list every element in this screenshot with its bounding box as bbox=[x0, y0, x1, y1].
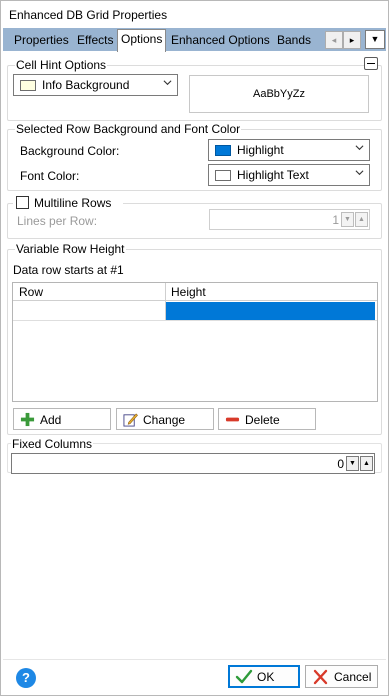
cancel-button-label: Cancel bbox=[334, 670, 372, 684]
tab-scroll-left-icon[interactable]: ◂ bbox=[325, 31, 343, 49]
background-color-select[interactable]: Highlight bbox=[208, 139, 370, 161]
multiline-label: Multiline Rows bbox=[34, 196, 112, 210]
table-row[interactable] bbox=[13, 302, 377, 321]
tab-menu-dropdown-icon[interactable]: ▼ bbox=[365, 30, 385, 49]
data-row-info: Data row starts at #1 bbox=[13, 263, 124, 277]
font-color-select[interactable]: Highlight Text bbox=[208, 164, 370, 186]
add-button[interactable]: Add bbox=[13, 408, 111, 430]
tab-options[interactable]: Options bbox=[117, 29, 167, 52]
background-color-label: Background Color: bbox=[20, 144, 120, 158]
title-bar: Enhanced DB Grid Properties bbox=[1, 1, 388, 28]
variable-row-title: Variable Row Height bbox=[15, 242, 126, 256]
lines-per-row-spinner[interactable]: 1 ▼ ▲ bbox=[209, 209, 370, 230]
grid-header: Row Height bbox=[13, 283, 377, 301]
hint-preview: AaBbYyZz bbox=[189, 75, 369, 113]
ok-button[interactable]: OK bbox=[228, 665, 300, 688]
minus-icon bbox=[225, 417, 240, 422]
height-cell-selected[interactable] bbox=[166, 302, 375, 320]
spin-up-icon[interactable]: ▲ bbox=[360, 456, 373, 471]
chevron-down-icon bbox=[355, 145, 364, 151]
lines-per-row-label: Lines per Row: bbox=[17, 214, 98, 228]
plus-icon bbox=[20, 412, 35, 427]
window-title: Enhanced DB Grid Properties bbox=[9, 8, 168, 22]
lines-per-row-value: 1 bbox=[332, 213, 339, 227]
cancel-button[interactable]: Cancel bbox=[305, 665, 378, 688]
info-background-swatch bbox=[20, 80, 36, 91]
cell-hint-title: Cell Hint Options bbox=[15, 58, 108, 72]
tab-strip: Properties Effects Options Enhanced Opti… bbox=[3, 28, 386, 52]
hint-color-select[interactable]: Info Background bbox=[13, 74, 178, 96]
highlight-swatch bbox=[215, 145, 231, 156]
spin-up-icon[interactable]: ▲ bbox=[355, 212, 368, 227]
tab-properties[interactable]: Properties bbox=[11, 31, 72, 51]
background-color-value: Highlight bbox=[237, 143, 284, 157]
column-header-row[interactable]: Row bbox=[19, 285, 43, 299]
help-icon[interactable]: ? bbox=[16, 668, 36, 688]
chevron-down-icon bbox=[163, 80, 172, 86]
highlight-text-swatch bbox=[215, 170, 231, 181]
spin-down-icon[interactable]: ▼ bbox=[341, 212, 354, 227]
hint-color-value: Info Background bbox=[42, 78, 130, 92]
selected-row-title: Selected Row Background and Font Color bbox=[15, 122, 242, 136]
chevron-down-icon bbox=[355, 170, 364, 176]
ok-button-label: OK bbox=[257, 670, 275, 684]
tab-enhanced-options[interactable]: Enhanced Options bbox=[168, 31, 273, 51]
font-color-value: Highlight Text bbox=[237, 168, 309, 182]
fixed-columns-spinner[interactable]: 0 ▼ ▲ bbox=[11, 453, 375, 474]
checkmark-icon bbox=[235, 669, 253, 684]
collapse-icon[interactable] bbox=[364, 57, 378, 70]
fixed-columns-title: Fixed Columns bbox=[11, 437, 94, 451]
tab-bands[interactable]: Bands bbox=[274, 31, 314, 51]
properties-dialog: Enhanced DB Grid Properties Properties E… bbox=[0, 0, 389, 696]
change-button-label: Change bbox=[143, 413, 186, 427]
tab-effects[interactable]: Effects bbox=[74, 31, 116, 51]
footer-divider bbox=[3, 659, 386, 660]
font-color-label: Font Color: bbox=[20, 169, 80, 183]
edit-icon bbox=[123, 413, 138, 427]
delete-button-label: Delete bbox=[245, 413, 280, 427]
fixed-columns-value: 0 bbox=[337, 457, 344, 471]
change-button[interactable]: Change bbox=[116, 408, 214, 430]
row-height-grid[interactable]: Row Height bbox=[12, 282, 378, 402]
multiline-checkbox[interactable] bbox=[16, 196, 29, 209]
cross-icon bbox=[313, 669, 328, 685]
multiline-header: Multiline Rows bbox=[13, 195, 123, 211]
column-header-height[interactable]: Height bbox=[171, 285, 206, 299]
add-button-label: Add bbox=[40, 413, 62, 427]
row-cell[interactable] bbox=[13, 302, 165, 320]
tab-scroll-right-icon[interactable]: ▸ bbox=[343, 31, 361, 49]
delete-button[interactable]: Delete bbox=[218, 408, 316, 430]
options-panel: Cell Hint Options Info Background AaBbYy… bbox=[3, 51, 386, 659]
spin-down-icon[interactable]: ▼ bbox=[346, 456, 359, 471]
